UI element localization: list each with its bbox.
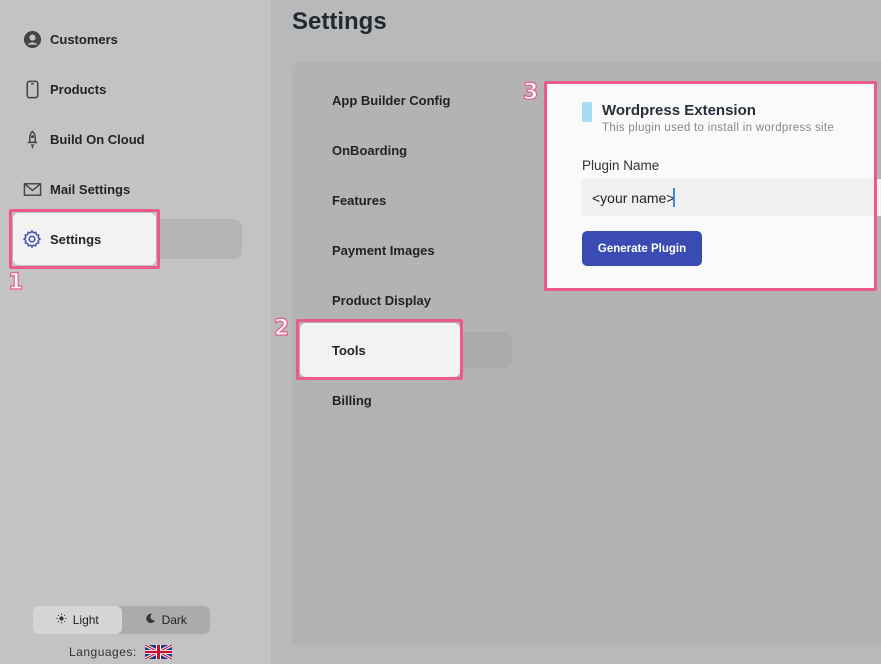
settings-menu-billing[interactable]: Billing bbox=[312, 382, 512, 418]
generate-plugin-button[interactable]: Generate Plugin bbox=[582, 231, 702, 266]
card-title: Wordpress Extension bbox=[602, 102, 756, 119]
settings-menu-features[interactable]: Features bbox=[312, 182, 512, 218]
plugin-name-label: Plugin Name bbox=[582, 158, 660, 173]
card-accent-bar bbox=[582, 102, 592, 122]
theme-light-option[interactable]: Light bbox=[33, 606, 122, 634]
sidebar-item-build-on-cloud[interactable]: Build On Cloud bbox=[10, 119, 242, 159]
sidebar-item-settings-content[interactable]: Settings bbox=[10, 219, 150, 259]
sidebar-item-mail-settings[interactable]: Mail Settings bbox=[10, 169, 242, 209]
sidebar-item-products[interactable]: Products bbox=[10, 69, 242, 109]
sidebar-item-label: Settings bbox=[50, 231, 102, 247]
sidebar-item-label: Mail Settings bbox=[50, 181, 131, 197]
menu-label: OnBoarding bbox=[332, 142, 408, 158]
settings-menu-onboarding[interactable]: OnBoarding bbox=[312, 132, 512, 168]
settings-menu-product-display[interactable]: Product Display bbox=[312, 282, 512, 318]
moon-icon bbox=[145, 613, 156, 627]
settings-menu-tools[interactable]: Tools bbox=[312, 332, 452, 368]
plugin-name-input[interactable] bbox=[582, 179, 881, 216]
sidebar-item-customers[interactable]: Customers bbox=[10, 19, 242, 59]
page-title: Settings bbox=[292, 8, 387, 35]
menu-label: Payment Images bbox=[332, 242, 435, 258]
theme-light-label: Light bbox=[72, 613, 99, 627]
annotation-label-2: 2 bbox=[273, 315, 290, 341]
menu-label: App Builder Config bbox=[332, 92, 451, 108]
languages-label: Languages: bbox=[69, 645, 137, 659]
menu-label: Billing bbox=[332, 392, 372, 408]
phone-icon bbox=[22, 79, 42, 99]
wordpress-extension-card: Wordpress Extension This plugin used to … bbox=[547, 84, 881, 289]
envelope-icon bbox=[22, 179, 42, 199]
user-circle-icon bbox=[22, 29, 42, 49]
sun-icon bbox=[56, 613, 67, 627]
settings-menu-app-builder-config[interactable]: App Builder Config bbox=[312, 82, 512, 118]
settings-menu-payment-images[interactable]: Payment Images bbox=[312, 232, 512, 268]
text-caret bbox=[673, 188, 675, 207]
uk-flag-icon[interactable] bbox=[144, 645, 172, 659]
menu-label: Tools bbox=[332, 342, 366, 358]
annotation-label-1: 1 bbox=[7, 269, 24, 295]
gear-icon bbox=[22, 229, 42, 249]
sidebar-item-label: Products bbox=[50, 81, 107, 97]
language-selector[interactable]: Languages: bbox=[69, 645, 172, 659]
theme-toggle[interactable]: Light Dark bbox=[33, 606, 210, 634]
sidebar-item-label: Customers bbox=[50, 31, 118, 47]
sidebar-item-label: Build On Cloud bbox=[50, 131, 145, 147]
card-subtitle: This plugin used to install in wordpress… bbox=[602, 122, 835, 134]
theme-dark-option[interactable]: Dark bbox=[122, 606, 211, 634]
rocket-icon bbox=[22, 129, 42, 149]
menu-label: Product Display bbox=[332, 292, 431, 308]
menu-label: Features bbox=[332, 192, 387, 208]
theme-dark-label: Dark bbox=[161, 613, 187, 627]
sidebar: Customers Products Build On Cloud Mail S… bbox=[0, 0, 271, 664]
